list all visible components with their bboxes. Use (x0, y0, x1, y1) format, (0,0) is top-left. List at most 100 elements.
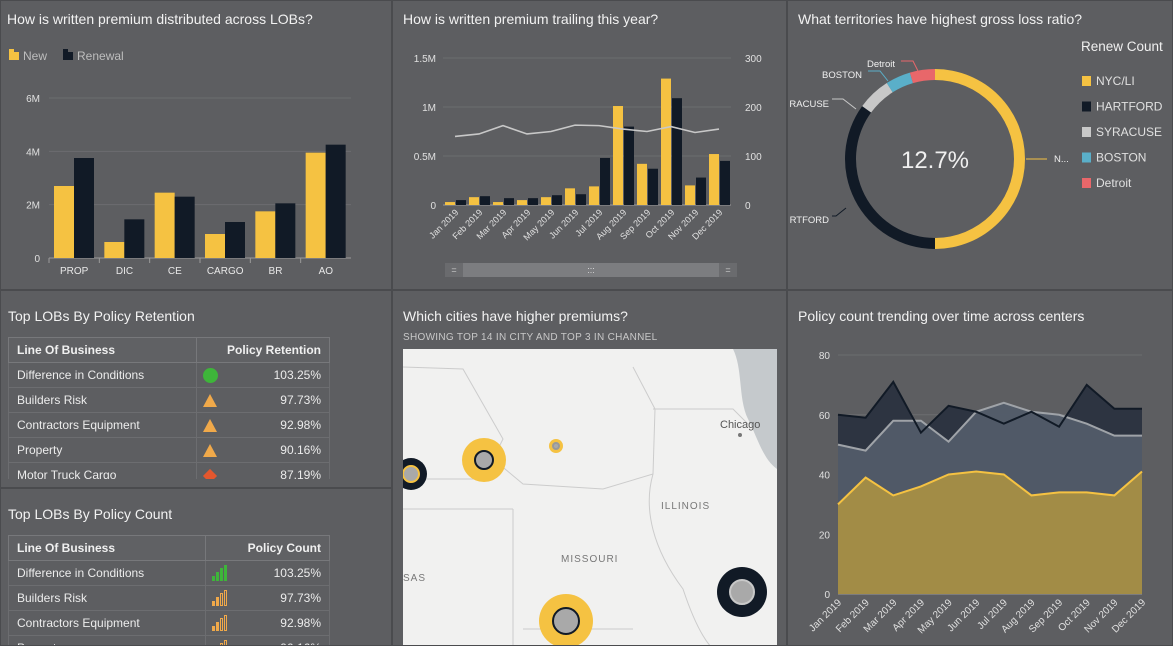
legend-label: NYC/LI (1096, 74, 1135, 88)
table-row[interactable]: Contractors Equipment 92.98% (7, 610, 331, 636)
y-tick-label: 40 (819, 471, 831, 482)
col-header-retention[interactable]: Policy Retention (195, 337, 331, 363)
bar (576, 194, 586, 205)
orange-triangle-icon (202, 444, 217, 458)
value-cell: 87.19% (232, 462, 330, 479)
x-tick-label: AO (319, 266, 334, 277)
panel-subtitle: SHOWING TOP 14 IN CITY AND TOP 3 IN CHAN… (403, 332, 658, 343)
bar (709, 154, 719, 205)
indicator-cell (205, 635, 243, 645)
bar (613, 106, 623, 205)
y-tick-label: 2M (26, 201, 40, 212)
y-tick-label: 6M (26, 94, 40, 105)
table-row[interactable]: Difference in Conditions 103.25% (7, 560, 331, 586)
policy-count-panel: Top LOBs By Policy Count Line Of Busines… (0, 488, 392, 646)
bar (685, 185, 695, 205)
scroll-grip[interactable]: ::: (581, 263, 601, 277)
lob-cell: Builders Risk (8, 387, 197, 413)
callout-label: BOSTON (822, 70, 862, 81)
bar (174, 196, 195, 258)
bar (74, 158, 94, 258)
signal-bars-mid-icon (212, 615, 230, 631)
col-header-lob[interactable]: Line Of Business (7, 535, 207, 561)
bubble-center (403, 465, 420, 483)
col-header-policy-count[interactable]: Policy Count (205, 535, 330, 561)
legend-swatch (1082, 101, 1091, 112)
value-cell: 90.16% (232, 437, 330, 463)
callout-label: RACUSE (789, 99, 829, 110)
indicator-cell (195, 387, 233, 413)
callout-label: N... (1054, 154, 1069, 165)
premium-lob-panel: How is written premium distributed acros… (0, 0, 392, 290)
bar (493, 202, 503, 205)
bar (600, 157, 610, 205)
bubble-missouri-south[interactable] (539, 594, 593, 645)
green-circle-icon (202, 367, 218, 383)
value-cell: 90.16% (242, 635, 331, 645)
callout-label: RTFORD (790, 215, 830, 226)
legend-label: HARTFORD (1096, 100, 1163, 114)
table-row[interactable]: Builders Risk 97.73% (7, 585, 331, 611)
table-row[interactable]: Difference in Conditions 103.25% (8, 362, 330, 388)
lob-cell: Property (8, 437, 197, 463)
y-tick-label: 20 (819, 530, 831, 541)
legend-swatch (68, 52, 73, 60)
indicator-cell (205, 585, 243, 611)
lob-cell: Property (7, 635, 207, 645)
bar (720, 160, 730, 205)
premium-lob-chart: New Renewal 0 2M 4M 6M PROP DIC CE CARGO BR AO (9, 49, 351, 277)
table-row[interactable]: Property 90.16% (7, 635, 331, 645)
callout-line (901, 60, 919, 72)
bar (552, 195, 562, 205)
bar (624, 126, 634, 205)
premium-trailing-chart: 0 00.5M 1001M 2001.5M 300Jan 2019Feb 2019Mar… (414, 54, 762, 242)
loss-ratio-panel: What territories have highest gross loss… (787, 0, 1173, 290)
bar (124, 219, 145, 258)
y2-tick-label: 200 (745, 103, 762, 114)
y-tick-label: 0 (34, 254, 40, 265)
x-tick-label: CARGO (207, 266, 244, 277)
bar (648, 168, 658, 205)
signal-bars-mid-icon (212, 640, 230, 645)
table-row[interactable]: Motor Truck Cargo 87.19% (8, 462, 330, 479)
y-tick-label: 0 (824, 590, 830, 601)
bubble-illinois-south[interactable] (717, 567, 767, 617)
red-diamond-icon (202, 468, 217, 479)
city-map[interactable]: Chicago ILLINOIS MISSOURI SAS (403, 349, 777, 645)
bubble-small-north[interactable] (549, 439, 563, 453)
donut-slice (909, 69, 935, 84)
bar (469, 197, 479, 205)
lob-cell: Contractors Equipment (7, 610, 207, 636)
indicator-cell (195, 437, 233, 463)
callout-line (868, 70, 889, 82)
panel-title: Which cities have higher premiums? (403, 308, 628, 324)
chicago-marker (738, 433, 742, 437)
bubble-central-north[interactable] (462, 438, 506, 482)
col-header-lob[interactable]: Line Of Business (8, 337, 197, 363)
table-row[interactable]: Builders Risk 97.73% (8, 387, 330, 413)
chart-scrollbar[interactable]: = ::: = (445, 263, 737, 277)
table-row[interactable]: Contractors Equipment 92.98% (8, 412, 330, 438)
indicator-cell (195, 362, 233, 388)
callout-line (832, 98, 857, 110)
value-cell: 92.98% (242, 610, 331, 636)
value-cell: 97.73% (232, 387, 330, 413)
table-row[interactable]: Property 90.16% (8, 437, 330, 463)
table-header-row: Line Of Business Policy Count (7, 535, 330, 561)
x-tick-label: PROP (60, 266, 89, 277)
city-label-chicago: Chicago (720, 419, 761, 431)
y-tick-label: 80 (819, 351, 831, 362)
scroll-handle-right[interactable]: = (719, 263, 737, 277)
legend-swatch (14, 52, 19, 60)
bar (54, 186, 74, 258)
indicator-cell (205, 560, 243, 586)
scroll-handle-left[interactable]: = (445, 263, 463, 277)
y2-tick-label: 0 (745, 201, 751, 212)
policy-trend-chart: 020406080Jan 2019Feb 2019Mar 2019Apr 201… (807, 351, 1148, 636)
signal-bars-mid-icon (212, 590, 230, 606)
bar (637, 163, 647, 205)
cities-map-panel: Which cities have higher premiums? SHOWI… (392, 290, 787, 646)
bar (672, 98, 682, 205)
loss-ratio-donut: 12.7% N... RTFORD RACUSE BOSTON Detroit Renew … (789, 39, 1163, 249)
bar (589, 186, 599, 205)
